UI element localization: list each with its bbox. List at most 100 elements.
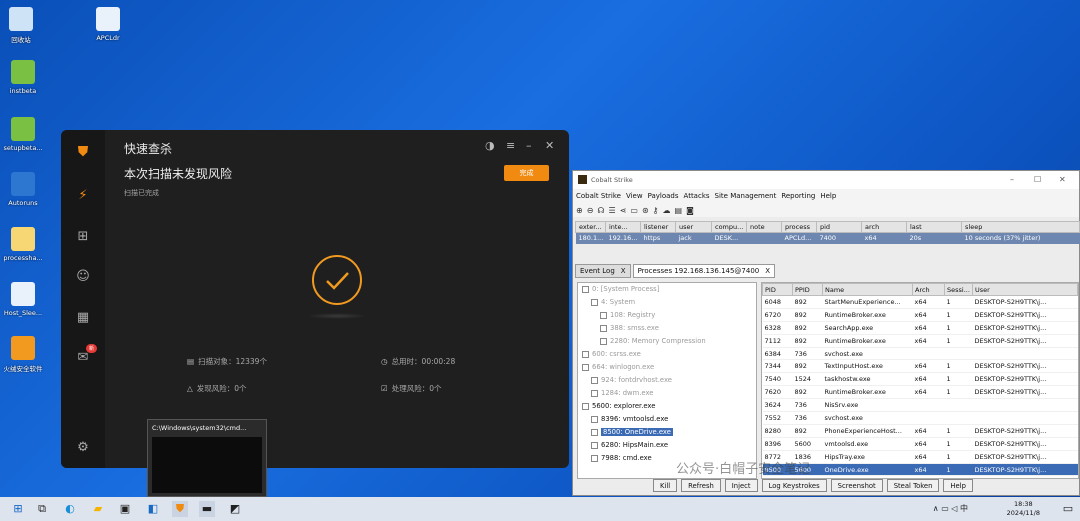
process-row[interactable]: 7620 892 RuntimeBroker.exe x64 1 DESKTOP-S2H9… — [762, 385, 1078, 400]
list-icon[interactable]: ☰ — [609, 206, 616, 215]
lightning-icon[interactable]: ⚡ — [75, 188, 91, 204]
tree-node[interactable]: 0: [System Process] — [578, 283, 756, 296]
key-icon[interactable]: ⚷ — [653, 206, 659, 215]
cs-close-icon[interactable]: ✕ — [1059, 175, 1066, 184]
process-row[interactable]: 8280 892 PhoneExperienceHost... x64 1 DESKTOP… — [762, 424, 1078, 438]
tree-node[interactable]: 664: winlogon.exe — [578, 361, 756, 374]
cs-menu-item[interactable]: Site Management — [715, 192, 777, 200]
beacon-column-header[interactable]: last — [906, 221, 962, 233]
task-view-icon[interactable]: ⧉ — [34, 501, 50, 517]
chevron-up-icon[interactable]: ∧ — [933, 504, 941, 513]
beacon-column-header[interactable]: compu... — [711, 221, 747, 233]
tree-node[interactable]: 8396: vmtoolsd.exe — [578, 413, 756, 426]
security-app-icon[interactable]: ⛊ — [172, 501, 188, 517]
cmd-taskbar-icon[interactable]: ▬ — [199, 501, 215, 517]
process-row[interactable]: 3624 736 NisSrv.exe — [762, 398, 1078, 413]
process-row[interactable]: 7552 736 svchost.exe — [762, 411, 1078, 425]
process-row[interactable]: 6384 736 svchost.exe — [762, 347, 1078, 361]
cmd-thumbnail[interactable]: C:\Windows\system32\cmd... — [147, 419, 267, 497]
process-column-header[interactable]: PPID — [792, 283, 823, 296]
done-button[interactable]: 完成 — [504, 165, 549, 181]
process-row[interactable]: 6720 892 RuntimeBroker.exe x64 1 DESKTOP-S2H9… — [762, 308, 1078, 322]
cs-menu-item[interactable]: View — [626, 192, 643, 200]
notification-icon[interactable]: ▭ — [1060, 501, 1076, 517]
steal-token-button[interactable]: Steal Token — [886, 479, 940, 492]
process-row[interactable]: 6328 892 SearchApp.exe x64 1 DESKTOP-S2H9TTK\… — [762, 321, 1078, 335]
refresh-button[interactable]: Refresh — [681, 479, 721, 492]
beacon-column-header[interactable]: pid — [816, 221, 862, 233]
doc-icon[interactable]: ▤ — [675, 206, 683, 215]
help-button[interactable]: Help — [943, 479, 973, 492]
cs-menu-item[interactable]: Reporting — [781, 192, 815, 200]
desktop-icon[interactable]: Autoruns — [0, 172, 53, 207]
desktop-icon[interactable]: Host_Slee... — [0, 282, 53, 317]
screenshot-button[interactable]: Screenshot — [830, 479, 883, 492]
process-row[interactable]: 7112 892 RuntimeBroker.exe x64 1 DESKTOP-S2H9… — [762, 334, 1078, 348]
desktop-icon[interactable]: APCLdr — [78, 7, 138, 42]
clock[interactable]: 18:38 2024/11/8 — [1007, 500, 1040, 518]
file-explorer-icon[interactable]: ▰ — [90, 501, 106, 517]
tree-node[interactable]: 5600: explorer.exe — [578, 400, 756, 413]
system-tray[interactable]: ∧ ▭ ◁ 中 — [933, 503, 968, 514]
edge-icon[interactable]: ◐ — [62, 501, 78, 517]
process-tree[interactable]: 0: [System Process] 4: System 108: Registr… — [577, 282, 757, 479]
process-column-header[interactable]: Name — [822, 283, 913, 296]
apps-grid-icon[interactable]: ▦ — [75, 310, 91, 326]
tree-node[interactable]: 8500: OneDrive.exe — [578, 426, 756, 439]
cs-tab[interactable]: Event Log X — [575, 264, 631, 278]
process-row[interactable]: 7540 1524 taskhostw.exe x64 1 DESKTOP-S2H9TTK… — [762, 372, 1078, 387]
tree-node[interactable]: 600: csrss.exe — [578, 348, 756, 361]
cs-maximize-icon[interactable]: ☐ — [1034, 175, 1041, 184]
beacon-column-header[interactable]: listener — [640, 221, 676, 233]
process-row[interactable]: 6048 892 StartMenuExperience... x64 1 DESKTOP… — [762, 295, 1078, 309]
beacon-column-header[interactable]: exter... — [575, 221, 606, 233]
process-row[interactable]: 8396 5600 vmtoolsd.exe x64 1 DESKTOP-S2H9TTK\… — [762, 437, 1078, 451]
beacon-column-header[interactable]: note — [746, 221, 782, 233]
tree-node[interactable]: 1284: dwm.exe — [578, 387, 756, 400]
shield-plus-icon[interactable]: ⊞ — [75, 229, 91, 245]
plus-icon[interactable]: ⊕ — [576, 206, 583, 215]
tab-close-icon[interactable]: X — [621, 267, 626, 275]
cs-menu-item[interactable]: Cobalt Strike — [576, 192, 621, 200]
tree-node[interactable]: 4: System — [578, 296, 756, 309]
minus-icon[interactable]: ⊖ — [587, 206, 594, 215]
inject-button[interactable]: Inject — [724, 479, 758, 492]
tree-node[interactable]: 108: Registry — [578, 309, 756, 322]
beacon-column-header[interactable]: inte... — [605, 221, 641, 233]
tree-node[interactable]: 924: fontdrvhost.exe — [578, 374, 756, 387]
desktop-icon[interactable]: 火绒安全软件 — [0, 336, 53, 373]
tree-node[interactable]: 388: smss.exe — [578, 322, 756, 335]
network-icon[interactable]: ▭ — [941, 504, 951, 513]
beacon-column-header[interactable]: sleep — [961, 221, 1080, 233]
desktop-icon[interactable]: setupbeta... — [0, 117, 53, 152]
tree-node[interactable]: 2280: Memory Compression — [578, 335, 756, 348]
theme-icon[interactable]: ◑ — [485, 139, 495, 152]
desktop-icon[interactable]: instbeta — [0, 60, 53, 95]
process-column-header[interactable]: Sessi... — [944, 283, 973, 296]
process-column-header[interactable]: User — [972, 283, 1078, 296]
users-icon[interactable]: ☺ — [75, 269, 91, 285]
kill-button[interactable]: Kill — [653, 479, 678, 492]
beacon-row[interactable]: 180.1... 192.16... https jack DESK... APCLd..… — [575, 232, 1080, 244]
cs-tab[interactable]: Processes 192.168.136.145@7400 X — [632, 264, 776, 278]
volume-icon[interactable]: ◁ — [951, 504, 960, 513]
start-icon[interactable]: ⊞ — [10, 501, 26, 517]
tab-close-icon[interactable]: X — [765, 267, 770, 275]
beacon-column-header[interactable]: process — [781, 221, 817, 233]
cs-menu-item[interactable]: Payloads — [648, 192, 679, 200]
globe-icon[interactable]: ⊛ — [642, 206, 649, 215]
cs-minimize-icon[interactable]: – — [1010, 175, 1014, 184]
process-table[interactable]: PID PPID Name Arch Sessi... User 6048 892 Start… — [761, 282, 1079, 479]
monitor-icon[interactable]: ▭ — [630, 206, 638, 215]
camera-icon[interactable]: ◙ — [686, 206, 694, 215]
process-row[interactable]: 7344 892 TextInputHost.exe x64 1 DESKTOP-S2H9… — [762, 359, 1078, 374]
outlook-icon[interactable]: ◧ — [145, 501, 161, 517]
share-icon[interactable]: ⋖ — [620, 206, 627, 215]
menu-icon[interactable]: ≡ — [506, 139, 515, 152]
store-icon[interactable]: ▣ — [117, 501, 133, 517]
ime-indicator[interactable]: 中 — [960, 504, 968, 513]
cloud-icon[interactable]: ☁ — [663, 206, 671, 215]
process-column-header[interactable]: Arch — [912, 283, 945, 296]
beacon-column-header[interactable]: arch — [861, 221, 907, 233]
settings-gear-icon[interactable]: ⚙ — [75, 440, 91, 456]
